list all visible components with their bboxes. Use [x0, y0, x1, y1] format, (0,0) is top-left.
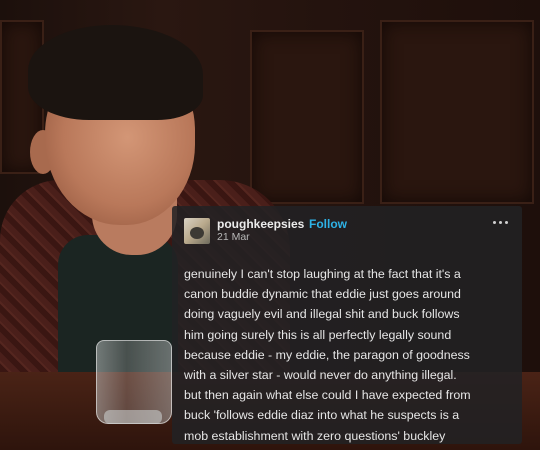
post-body: genuinely I can't stop laughing at the f…	[184, 264, 514, 446]
post-line: canon buddie dynamic that eddie just goe…	[184, 287, 461, 302]
avatar-figure	[190, 227, 204, 239]
ellipsis-icon[interactable]	[492, 215, 510, 229]
post-line: but then again what else could I have ex…	[184, 388, 471, 403]
post-line: because eddie - my eddie, the paragon of…	[184, 347, 470, 362]
wall-panel	[380, 20, 534, 204]
follow-button[interactable]: Follow	[309, 217, 347, 231]
post-line: doing vaguely evil and illegal shit and …	[184, 307, 460, 322]
post-date: 21 Mar	[217, 231, 250, 243]
shot-glass-base	[104, 410, 162, 424]
post-line: him going surely this is all perfectly l…	[184, 327, 452, 342]
wall-panel	[250, 30, 364, 204]
post-line: mob establishment with zero questions' b…	[184, 428, 446, 443]
post-line: genuinely I can't stop laughing at the f…	[184, 267, 461, 281]
post-card: poughkeepsies Follow 21 Mar genuinely I …	[172, 206, 522, 444]
hair	[28, 25, 203, 120]
user-avatar[interactable]	[184, 218, 210, 244]
post-line: buck 'follows eddie diaz into what he su…	[184, 408, 460, 423]
post-line: with a silver star - would never do anyt…	[184, 367, 457, 382]
post-username[interactable]: poughkeepsies	[217, 217, 304, 231]
